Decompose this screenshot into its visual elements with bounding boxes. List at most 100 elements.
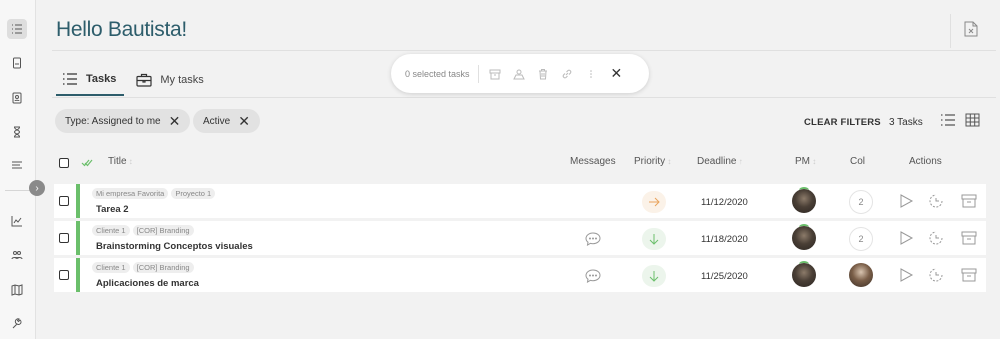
collaborators-count[interactable]: 2 (849, 227, 873, 251)
priority-badge[interactable] (642, 191, 666, 213)
select-all-checkbox[interactable] (59, 158, 69, 168)
tabs-divider (52, 97, 996, 98)
row-checkbox[interactable] (59, 270, 69, 280)
column-actions: Actions (909, 156, 942, 167)
archive-icon[interactable] (961, 267, 977, 283)
remove-filter-icon[interactable]: ✕ (238, 114, 250, 128)
page-title: Hello Bautista! (56, 18, 187, 41)
deadline[interactable]: 11/18/2020 (701, 234, 748, 245)
task-list-icon[interactable] (7, 19, 27, 39)
trash-icon[interactable] (537, 68, 549, 80)
column-title-label: Title (108, 156, 127, 167)
bulk-actions-divider (477, 64, 479, 83)
timer-icon[interactable] (928, 193, 944, 209)
grid-view-icon[interactable] (965, 113, 980, 127)
project-tag: [COR] Branding (132, 225, 194, 236)
sidebar-expand-button[interactable]: › (29, 180, 45, 196)
column-col: Col (850, 156, 866, 167)
avatar-status-ring (799, 187, 809, 193)
row-tags: Mi empresa Favorita Proyecto 1 (92, 188, 216, 199)
filter-chip-label: Type: Assigned to me (65, 115, 161, 127)
status-bar (76, 221, 80, 255)
double-check-icon[interactable] (81, 158, 93, 168)
archive-icon[interactable] (489, 68, 501, 80)
play-icon[interactable] (898, 267, 914, 283)
avatar-status-ring (799, 261, 809, 267)
message-icon[interactable] (585, 269, 601, 283)
briefcase-icon (136, 73, 152, 87)
collaborators-count[interactable]: 2 (849, 190, 873, 214)
deadline[interactable]: 11/12/2020 (701, 197, 748, 208)
column-title[interactable]: Title ↕ (108, 156, 133, 167)
column-deadline[interactable]: Deadline ↑ (697, 156, 743, 167)
deadline[interactable]: 11/25/2020 (701, 271, 748, 282)
selected-count: 0 selected tasks (405, 68, 470, 79)
task-count: 3 Tasks (889, 117, 923, 128)
filter-chip-active[interactable]: Active ✕ (193, 109, 260, 133)
task-title[interactable]: Tarea 2 (96, 204, 129, 215)
row-checkbox[interactable] (59, 233, 69, 243)
tab-bar: Tasks My tasks (56, 72, 218, 96)
column-priority[interactable]: Priority ↕ (634, 156, 671, 167)
status-bar (76, 258, 80, 292)
task-title[interactable]: Brainstorming Conceptos visuales (96, 241, 253, 252)
document-icon[interactable] (7, 53, 27, 73)
collaborator-avatar[interactable] (849, 263, 873, 287)
link-icon[interactable] (561, 68, 573, 80)
task-title[interactable]: Aplicaciones de marca (96, 278, 199, 289)
header-divider (52, 50, 996, 51)
clear-filters-button[interactable]: CLEAR FILTERS (804, 117, 881, 128)
sidebar (0, 0, 36, 339)
filter-chip-type[interactable]: Type: Assigned to me ✕ (55, 109, 191, 133)
tab-tasks-label: Tasks (86, 73, 117, 85)
chart-icon[interactable] (7, 211, 27, 231)
table-row[interactable]: Cliente 1 [COR] Branding Brainstorming C… (54, 221, 986, 255)
client-tag: Mi empresa Favorita (92, 188, 169, 199)
row-checkbox[interactable] (59, 196, 69, 206)
close-selection-button[interactable]: ✕ (611, 65, 623, 82)
column-priority-label: Priority (634, 156, 666, 167)
status-bar (76, 184, 80, 218)
sidebar-divider (5, 190, 31, 191)
priority-badge[interactable] (642, 228, 666, 250)
more-icon[interactable] (585, 68, 597, 80)
remove-filter-icon[interactable]: ✕ (169, 114, 181, 128)
column-pm[interactable]: PM ↕ (795, 156, 816, 167)
tab-my-tasks-label: My tasks (160, 74, 204, 86)
list-icon (63, 73, 77, 85)
table-header: Title ↕ Messages Priority ↕ Deadline ↑ P… (54, 150, 986, 178)
project-tag: [COR] Branding (132, 262, 194, 273)
play-icon[interactable] (898, 193, 914, 209)
filter-chip-label: Active (203, 115, 231, 127)
column-pm-label: PM (795, 156, 810, 167)
archive-icon[interactable] (961, 230, 977, 246)
hourglass-icon[interactable] (7, 122, 27, 142)
archive-icon[interactable] (961, 193, 977, 209)
contact-card-icon[interactable] (7, 88, 27, 108)
assign-icon[interactable] (512, 68, 525, 80)
message-icon[interactable] (585, 232, 601, 246)
timer-icon[interactable] (928, 230, 944, 246)
column-deadline-label: Deadline (697, 156, 737, 167)
tab-my-tasks[interactable]: My tasks (130, 72, 211, 96)
timer-icon[interactable] (928, 267, 944, 283)
avatar-status-ring (799, 224, 809, 230)
map-icon[interactable] (7, 280, 27, 300)
text-lines-icon[interactable] (7, 155, 27, 175)
header-separator (950, 14, 951, 48)
play-icon[interactable] (898, 230, 914, 246)
client-tag: Cliente 1 (92, 225, 130, 236)
wrench-icon[interactable] (7, 314, 27, 334)
tab-tasks[interactable]: Tasks (56, 72, 125, 96)
arrow-down-icon (649, 271, 659, 282)
table-row[interactable]: Mi empresa Favorita Proyecto 1 Tarea 2 1… (54, 184, 986, 218)
column-messages: Messages (570, 156, 616, 167)
table-row[interactable]: Cliente 1 [COR] Branding Aplicaciones de… (54, 258, 986, 292)
client-tag: Cliente 1 (92, 262, 130, 273)
priority-badge[interactable] (642, 265, 666, 287)
row-tags: Cliente 1 [COR] Branding (92, 262, 194, 273)
project-tag: Proyecto 1 (171, 188, 216, 199)
list-view-icon[interactable] (940, 113, 956, 127)
team-icon[interactable] (7, 245, 27, 265)
excel-export-icon[interactable] (964, 21, 978, 37)
